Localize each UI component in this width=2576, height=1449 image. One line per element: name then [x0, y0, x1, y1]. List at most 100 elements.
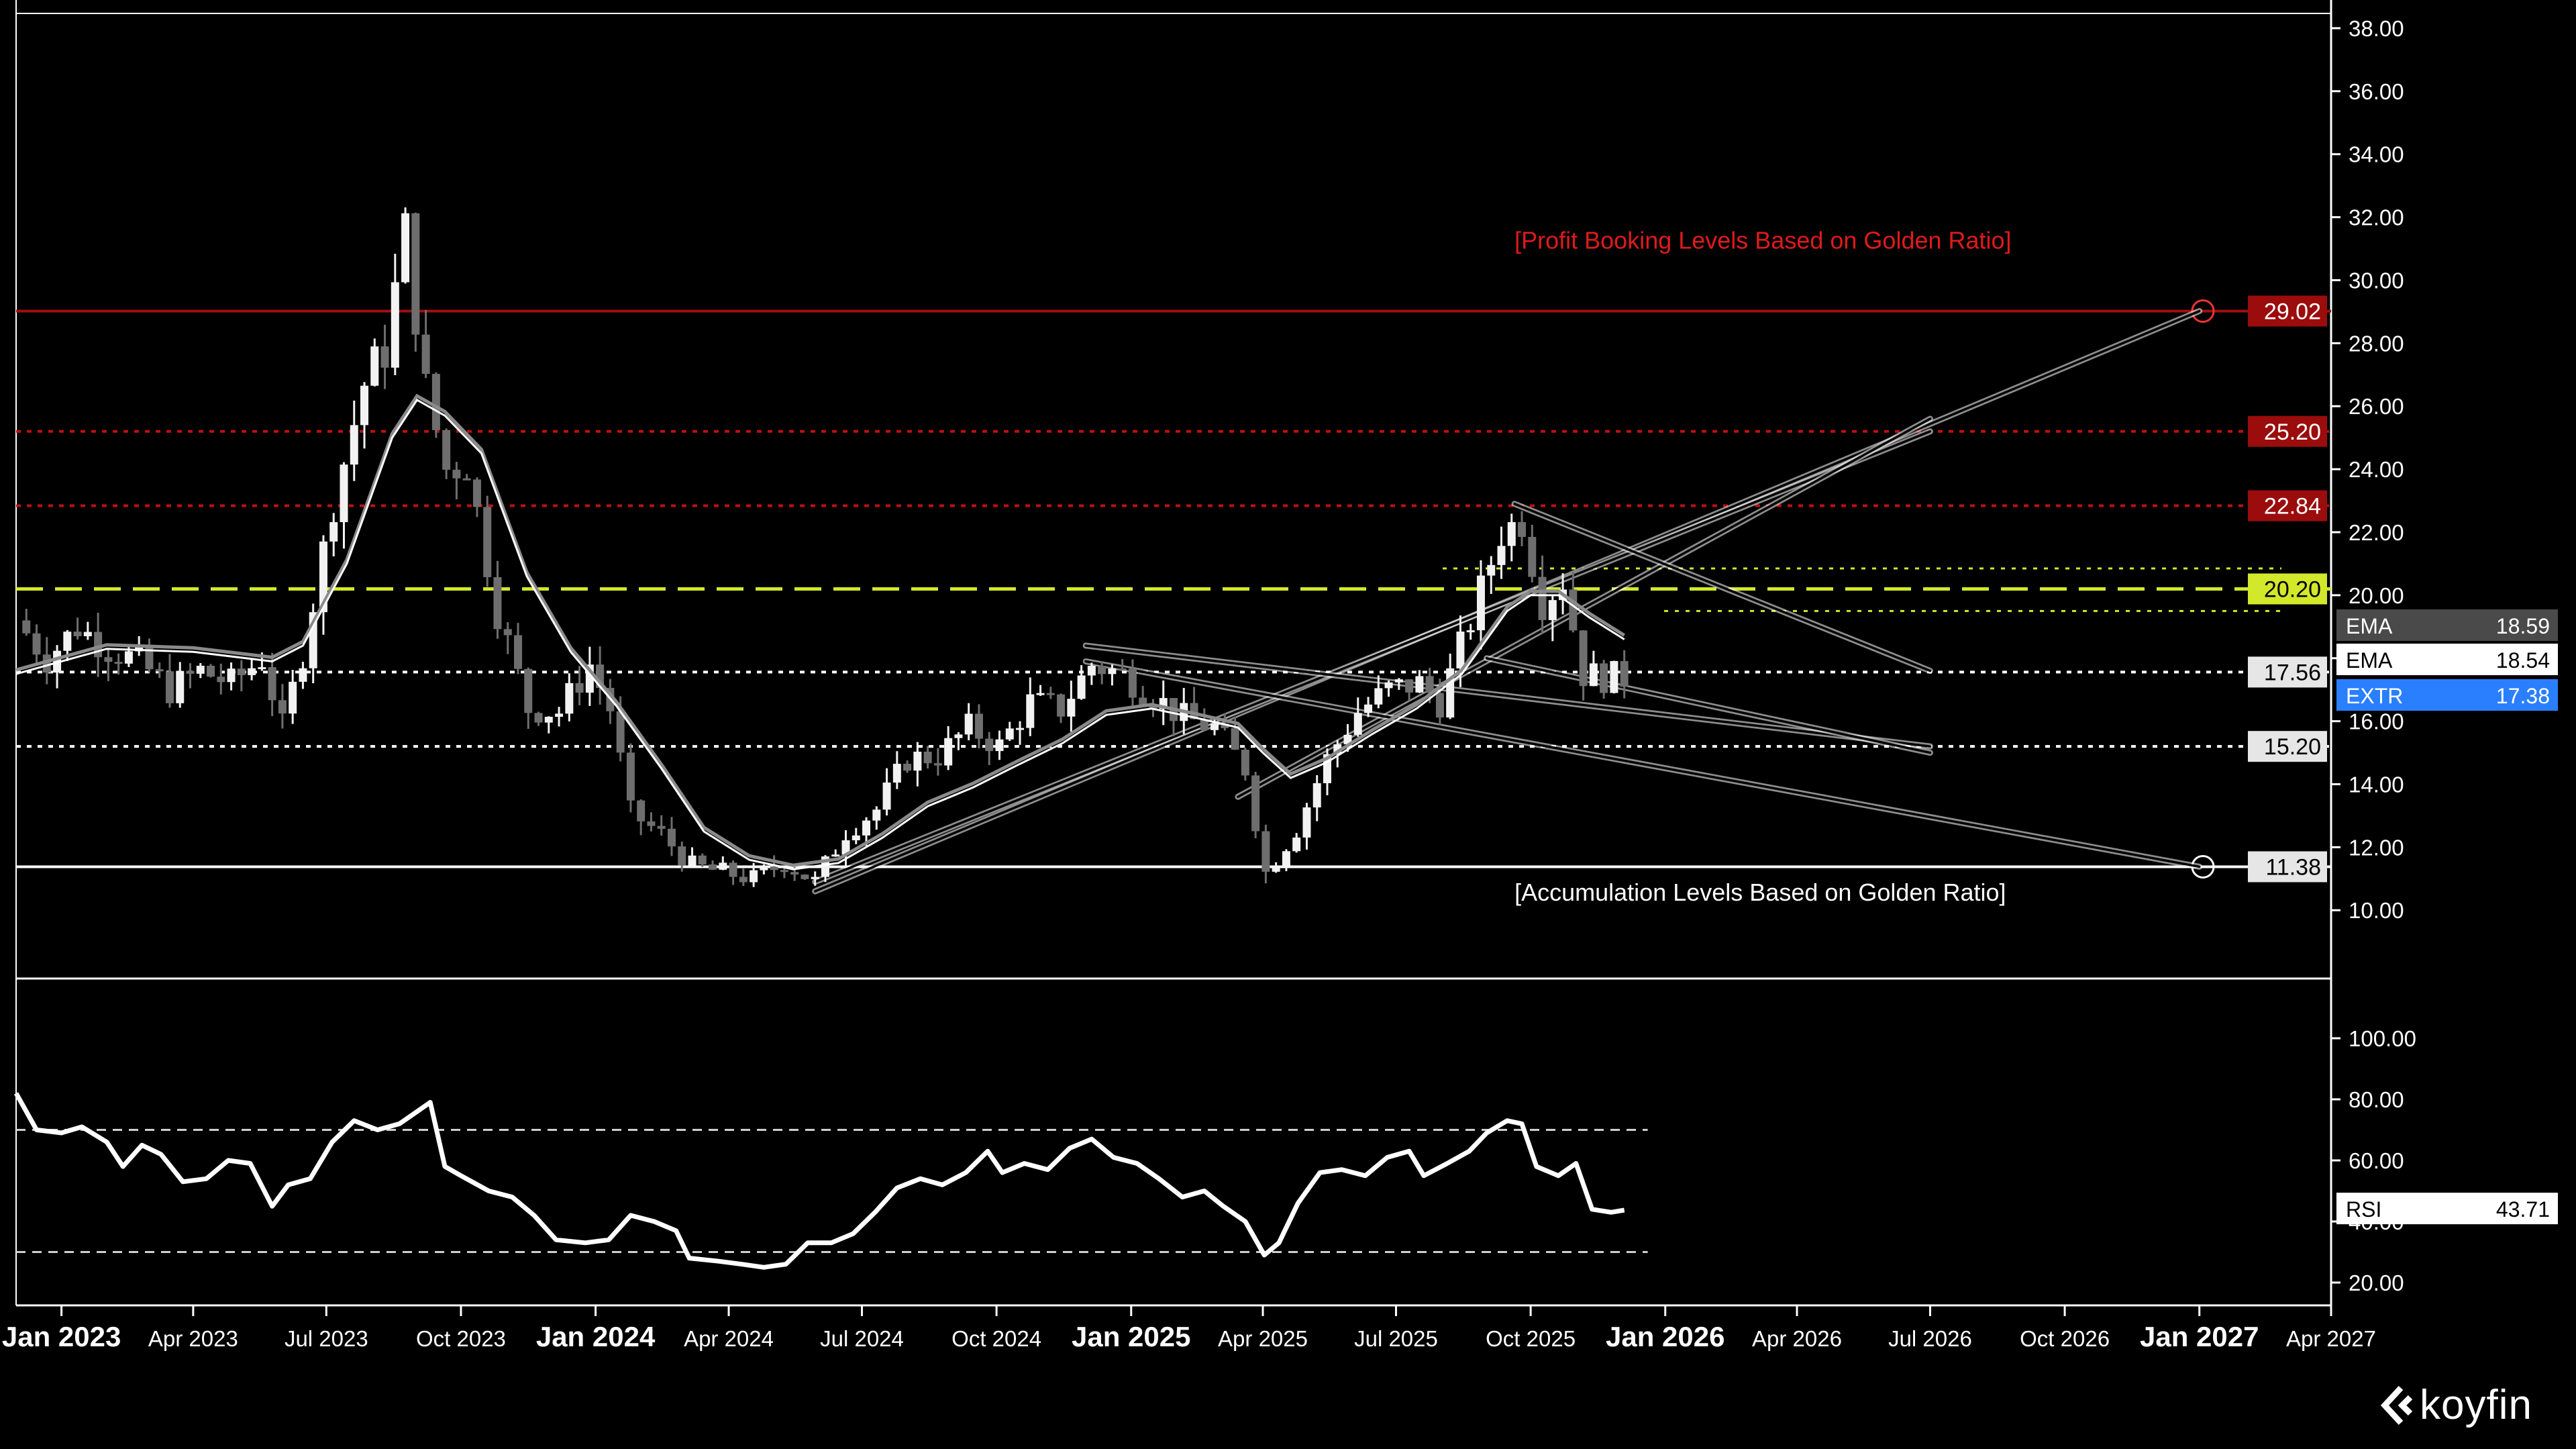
candle-body: [667, 828, 676, 847]
candle-body: [1210, 723, 1219, 730]
candle-body: [391, 282, 399, 368]
candle-body: [176, 670, 185, 703]
level-badge-label: 20.20: [2264, 577, 2321, 602]
x-tick-label: Jul 2023: [285, 1326, 368, 1351]
candle-body: [1016, 728, 1025, 730]
candle-body: [207, 665, 215, 677]
candle-body: [1528, 536, 1537, 577]
candle-body: [575, 683, 584, 693]
candle-body: [872, 809, 881, 821]
candle-body: [1600, 663, 1608, 693]
price-y-tick-label: 24.00: [2349, 457, 2404, 482]
candle-body: [1261, 831, 1270, 872]
rsi-legend-value: 43.71: [2496, 1197, 2550, 1221]
candle-body: [22, 620, 31, 634]
price-y-tick-label: 12.00: [2349, 835, 2404, 860]
candle-body: [903, 764, 912, 771]
candle-body: [1456, 632, 1465, 668]
candle-body: [370, 346, 379, 386]
level-badge-label: 17.56: [2264, 660, 2321, 685]
candle-body: [483, 507, 492, 577]
legend-name: EMA: [2346, 614, 2393, 638]
candle-body: [739, 877, 748, 883]
legend-value: 18.54: [2496, 648, 2550, 672]
koyfin-brand[interactable]: koyfin: [2381, 1381, 2532, 1429]
candle-body: [380, 346, 389, 368]
candle-body: [923, 752, 932, 764]
candle-body: [124, 651, 133, 664]
candle-body: [1108, 668, 1117, 674]
candle-body: [493, 577, 502, 630]
x-tick-label: Jan 2024: [536, 1321, 656, 1352]
legend-value: 17.38: [2496, 684, 2550, 708]
x-tick-label: Apr 2025: [1218, 1326, 1308, 1351]
candle-body: [964, 713, 973, 735]
candle-body: [1128, 668, 1137, 698]
candle-body: [340, 464, 348, 522]
candle-body: [995, 739, 1004, 752]
candle-body: [1579, 630, 1588, 687]
candle-body: [421, 334, 430, 374]
candle-body: [1610, 660, 1618, 693]
candle-body: [1466, 630, 1475, 633]
candle-body: [155, 669, 164, 672]
candle-body: [442, 430, 451, 470]
x-tick-label: Oct 2024: [951, 1326, 1041, 1351]
candle-body: [1067, 699, 1076, 717]
candle-body: [698, 855, 707, 864]
candle-body: [801, 875, 809, 879]
level-badge-label: 29.02: [2264, 299, 2321, 324]
candle-body: [1569, 589, 1578, 631]
candle-body: [503, 629, 512, 636]
price-y-tick-label: 38.00: [2349, 16, 2404, 41]
candle-body: [452, 469, 461, 479]
candle-body: [1589, 663, 1598, 687]
candle-body: [165, 671, 174, 703]
koyfin-logo-icon: [2381, 1385, 2413, 1425]
legend-name: EXTR: [2346, 684, 2403, 708]
candle-body: [329, 521, 338, 542]
price-y-tick-label: 26.00: [2349, 394, 2404, 419]
rsi-y-tick-label: 80.00: [2349, 1087, 2404, 1112]
candle-body: [104, 657, 113, 662]
candle-body: [217, 677, 225, 683]
candle-body: [1384, 682, 1393, 689]
candle-body: [73, 632, 82, 636]
candle-body: [852, 835, 860, 841]
candle-body: [524, 668, 533, 713]
candle-body: [278, 700, 287, 714]
level-badge-label: 15.20: [2264, 734, 2321, 760]
candle-body: [1353, 713, 1362, 735]
candle-body: [555, 713, 564, 717]
rsi-y-tick-label: 20.00: [2349, 1270, 2404, 1295]
candle-body: [565, 683, 574, 714]
candle-body: [944, 738, 953, 766]
candle-body: [1620, 660, 1629, 687]
candle-body: [83, 632, 92, 636]
candle-body: [647, 821, 656, 826]
candle-body: [1405, 679, 1414, 693]
candle-body: [780, 870, 788, 872]
candle-body: [1507, 521, 1516, 546]
candle-body: [1005, 728, 1014, 740]
rsi-legend-name: RSI: [2346, 1197, 2381, 1221]
price-y-tick-label: 10.00: [2349, 898, 2404, 923]
candle-body: [1057, 694, 1066, 717]
candle-body: [729, 862, 737, 877]
candle-body: [831, 854, 840, 857]
candle-body: [289, 681, 297, 714]
candle-body: [1435, 693, 1444, 718]
candle-body: [1282, 851, 1290, 867]
legend-name: EMA: [2346, 648, 2393, 672]
x-tick-label: Jan 2027: [2140, 1321, 2259, 1352]
x-tick-label: Apr 2027: [2286, 1326, 2376, 1351]
candle-body: [431, 374, 440, 430]
candle-body: [1231, 728, 1239, 750]
candle-body: [1302, 807, 1311, 838]
x-tick-label: Jul 2024: [820, 1326, 904, 1351]
x-tick-label: Oct 2025: [1486, 1326, 1576, 1351]
candle-body: [114, 662, 123, 664]
candle-body: [637, 800, 646, 821]
candle-body: [750, 870, 758, 883]
candle-body: [678, 846, 686, 866]
